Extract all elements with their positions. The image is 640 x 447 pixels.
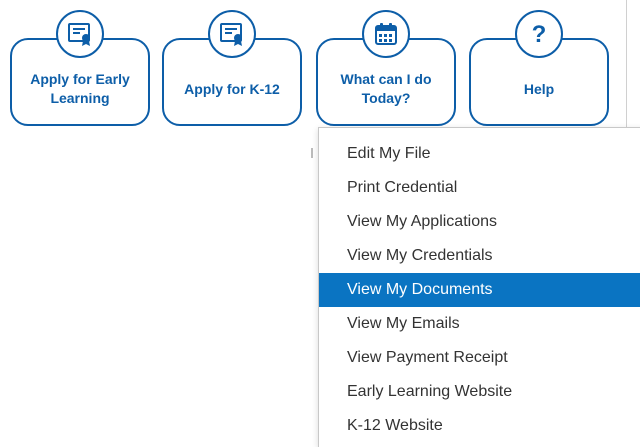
tile-label: Help xyxy=(523,80,555,97)
menu-item-print-credential[interactable]: Print Credential xyxy=(319,171,640,205)
tile-label: Apply for Early Learning xyxy=(30,71,130,106)
help-button[interactable]: ? Help xyxy=(469,10,609,126)
menu-item-view-payment-receipt[interactable]: View Payment Receipt xyxy=(319,341,640,375)
menu-item-k12-website[interactable]: K-12 Website xyxy=(319,409,640,443)
tile-label: Apply for K-12 xyxy=(184,80,280,97)
menu-item-view-my-credentials[interactable]: View My Credentials xyxy=(319,239,640,273)
menu-item-view-my-emails[interactable]: View My Emails xyxy=(319,307,640,341)
menu-item-early-learning-website[interactable]: Early Learning Website xyxy=(319,375,640,409)
apply-early-learning-button[interactable]: Apply for Early Learning xyxy=(10,10,150,126)
panel-divider xyxy=(626,0,627,130)
menu-item-view-my-documents[interactable]: View My Documents xyxy=(319,273,640,307)
menu-item-view-my-applications[interactable]: View My Applications xyxy=(319,205,640,239)
apply-k12-button[interactable]: Apply for K-12 xyxy=(162,10,302,126)
tile-label: What can I do Today? xyxy=(340,71,432,106)
background-marker xyxy=(311,148,313,158)
today-dropdown-menu: Edit My File Print Credential View My Ap… xyxy=(318,127,640,447)
menu-list: Edit My File Print Credential View My Ap… xyxy=(319,128,640,443)
menu-item-edit-my-file[interactable]: Edit My File xyxy=(319,137,640,171)
what-can-i-do-today-button[interactable]: What can I do Today? xyxy=(316,10,456,126)
